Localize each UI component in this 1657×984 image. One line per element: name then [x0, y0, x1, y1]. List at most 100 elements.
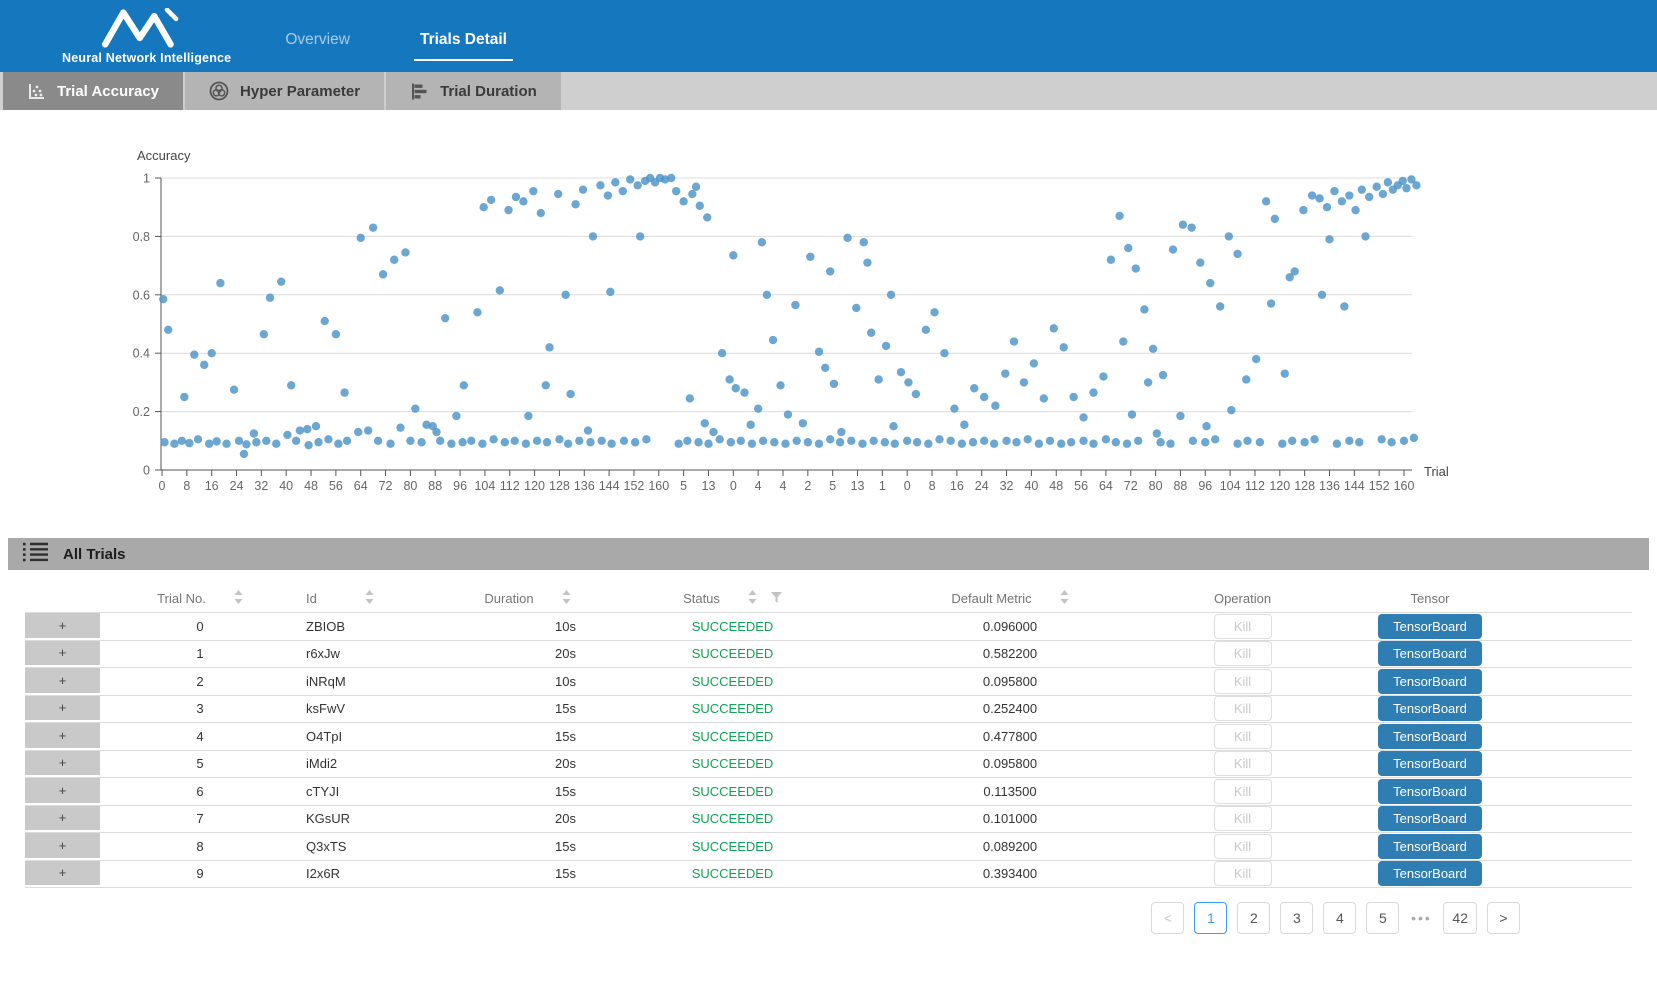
kill-button[interactable]: Kill: [1214, 641, 1272, 666]
default-metric-cell: 0.101000: [845, 811, 1175, 826]
nav-tab-trials-detail[interactable]: Trials Detail: [414, 25, 513, 61]
default-metric-cell: 0.113500: [845, 784, 1175, 799]
svg-text:56: 56: [1074, 479, 1088, 493]
status-cell: SUCCEEDED: [620, 866, 845, 881]
pagination-page-button[interactable]: 3: [1280, 902, 1313, 934]
expand-row-button[interactable]: +: [25, 778, 100, 805]
tensorboard-button[interactable]: TensorBoard: [1378, 614, 1482, 639]
kill-button[interactable]: Kill: [1214, 806, 1272, 831]
nni-logo[interactable]: Neural Network Intelligence: [62, 8, 231, 65]
tab-trial-duration[interactable]: Trial Duration: [386, 72, 561, 110]
pagination-page-button[interactable]: 1: [1194, 902, 1227, 934]
svg-text:24: 24: [230, 479, 244, 493]
table-row: + 2 iNRqM 10s SUCCEEDED 0.095800 Kill Te…: [25, 668, 1632, 696]
svg-text:80: 80: [1149, 479, 1163, 493]
tensorboard-button[interactable]: TensorBoard: [1378, 696, 1482, 721]
trial-id-cell: r6xJw: [300, 646, 435, 661]
svg-text:136: 136: [1319, 479, 1340, 493]
trial-id-cell: ksFwV: [300, 701, 435, 716]
kill-button[interactable]: Kill: [1214, 669, 1272, 694]
pagination-last-page-button[interactable]: 42: [1443, 902, 1477, 934]
sort-icon[interactable]: [748, 590, 757, 607]
svg-text:144: 144: [599, 479, 620, 493]
sort-icon[interactable]: [234, 590, 243, 607]
nav-tab-overview[interactable]: Overview: [279, 25, 356, 61]
kill-button[interactable]: Kill: [1214, 861, 1272, 886]
tensorboard-button[interactable]: TensorBoard: [1378, 861, 1482, 886]
tensorboard-button[interactable]: TensorBoard: [1378, 779, 1482, 804]
kill-button[interactable]: Kill: [1214, 724, 1272, 749]
pagination-ellipsis: •••: [1409, 910, 1433, 926]
svg-text:Accuracy: Accuracy: [137, 148, 191, 163]
trial-id-cell: cTYJI: [300, 784, 435, 799]
svg-text:0.4: 0.4: [133, 347, 150, 361]
svg-text:40: 40: [1024, 479, 1038, 493]
pagination-pages: 1 2 3 4 5: [1194, 902, 1399, 934]
table-header-row: Trial No. Id Duration Status Default Met…: [25, 585, 1632, 613]
pagination-prev-button[interactable]: <: [1151, 902, 1184, 934]
expand-row-button[interactable]: +: [25, 723, 100, 750]
kill-button[interactable]: Kill: [1214, 779, 1272, 804]
svg-text:16: 16: [205, 479, 219, 493]
header-operation: Operation: [1175, 591, 1310, 606]
tab-hyper-parameter[interactable]: Hyper Parameter: [185, 72, 384, 110]
sort-icon[interactable]: [365, 590, 374, 607]
expand-row-button[interactable]: +: [25, 806, 100, 833]
trials-table: Trial No. Id Duration Status Default Met…: [25, 585, 1632, 888]
tensorboard-button[interactable]: TensorBoard: [1378, 751, 1482, 776]
trial-id-cell: I2x6R: [300, 866, 435, 881]
logo-title: Neural Network Intelligence: [62, 51, 231, 65]
tab-trial-accuracy[interactable]: Trial Accuracy: [3, 72, 183, 110]
pagination-page-button[interactable]: 2: [1237, 902, 1270, 934]
status-cell: SUCCEEDED: [620, 756, 845, 771]
horizontal-bars-icon: [410, 82, 429, 101]
tensorboard-button[interactable]: TensorBoard: [1378, 669, 1482, 694]
sort-icon[interactable]: [1060, 590, 1069, 607]
svg-text:0: 0: [143, 464, 150, 478]
trial-no-cell: 8: [100, 839, 300, 854]
sort-icon[interactable]: [562, 590, 571, 607]
status-cell: SUCCEEDED: [620, 784, 845, 799]
pagination-next-button[interactable]: >: [1487, 902, 1520, 934]
all-trials-header-bar: All Trials: [8, 538, 1649, 570]
pagination-page-button[interactable]: 4: [1323, 902, 1356, 934]
tensorboard-button[interactable]: TensorBoard: [1378, 641, 1482, 666]
kill-button[interactable]: Kill: [1214, 614, 1272, 639]
svg-text:2: 2: [804, 479, 811, 493]
svg-text:136: 136: [574, 479, 595, 493]
kill-button[interactable]: Kill: [1214, 696, 1272, 721]
tensorboard-button[interactable]: TensorBoard: [1378, 724, 1482, 749]
table-row: + 8 Q3xTS 15s SUCCEEDED 0.089200 Kill Te…: [25, 833, 1632, 861]
svg-text:1: 1: [879, 479, 886, 493]
duration-cell: 15s: [435, 784, 620, 799]
expand-row-button[interactable]: +: [25, 696, 100, 723]
tensorboard-button[interactable]: TensorBoard: [1378, 834, 1482, 859]
filter-icon[interactable]: [771, 591, 782, 606]
expand-row-button[interactable]: +: [25, 833, 100, 860]
trial-id-cell: iNRqM: [300, 674, 435, 689]
svg-text:4: 4: [755, 479, 762, 493]
svg-text:72: 72: [1124, 479, 1138, 493]
table-row: + 0 ZBIOB 10s SUCCEEDED 0.096000 Kill Te…: [25, 613, 1632, 641]
list-icon: [22, 541, 49, 568]
svg-text:88: 88: [428, 479, 442, 493]
svg-text:56: 56: [329, 479, 343, 493]
svg-text:4: 4: [780, 479, 787, 493]
expand-row-button[interactable]: +: [25, 668, 100, 695]
expand-row-button[interactable]: +: [25, 751, 100, 778]
header-status: Status: [620, 590, 845, 607]
expand-row-button[interactable]: +: [25, 613, 100, 640]
svg-text:72: 72: [379, 479, 393, 493]
kill-button[interactable]: Kill: [1214, 834, 1272, 859]
accuracy-chart[interactable]: 00.20.40.60.8108162432404856647280889610…: [0, 135, 1657, 505]
tensorboard-button[interactable]: TensorBoard: [1378, 806, 1482, 831]
kill-button[interactable]: Kill: [1214, 751, 1272, 776]
status-cell: SUCCEEDED: [620, 701, 845, 716]
expand-row-button[interactable]: +: [25, 641, 100, 668]
trial-no-cell: 3: [100, 701, 300, 716]
svg-text:104: 104: [474, 479, 495, 493]
pagination-page-button[interactable]: 5: [1366, 902, 1399, 934]
accuracy-chart-panel: 00.20.40.60.8108162432404856647280889610…: [0, 135, 1657, 505]
svg-text:0: 0: [159, 479, 166, 493]
expand-row-button[interactable]: +: [25, 861, 100, 888]
